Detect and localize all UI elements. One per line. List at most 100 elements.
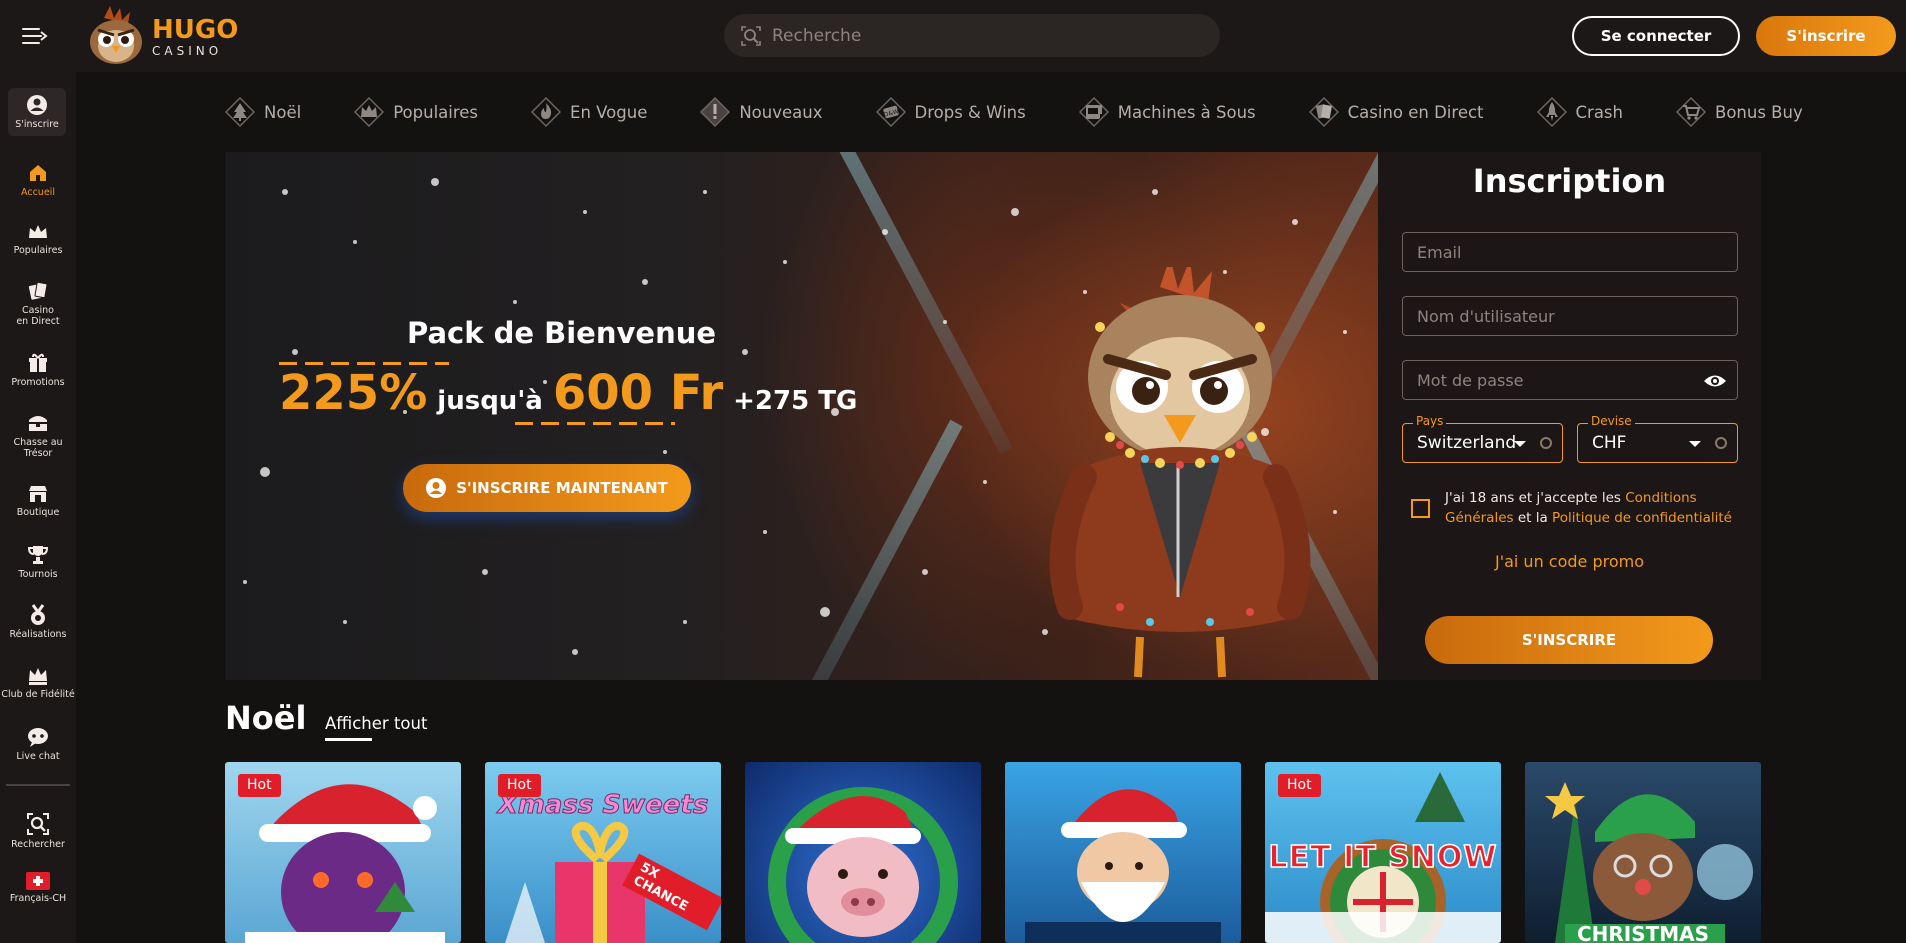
register-submit-button[interactable]: S'INSCRIRE xyxy=(1425,616,1713,664)
category-label: Bonus Buy xyxy=(1715,102,1803,122)
hero-signup-button[interactable]: S'INSCRIRE MAINTENANT xyxy=(403,464,691,512)
sidebar-item-promotions[interactable]: Promotions xyxy=(0,352,76,388)
sidebar-item-achievements[interactable]: Réalisations xyxy=(0,604,76,640)
sidebar-item-home[interactable]: Accueil xyxy=(0,162,76,198)
search-placeholder: Recherche xyxy=(772,25,862,46)
sidebar-item-label: Promotions xyxy=(11,377,65,388)
terms-checkbox[interactable] xyxy=(1411,499,1430,518)
sidebar-item-popular[interactable]: Populaires xyxy=(0,222,76,256)
sidebar-item-loyalty-club[interactable]: Club de Fidélité xyxy=(0,666,76,700)
category-popular[interactable]: Populaires xyxy=(353,96,478,128)
category-label: Drops & Wins xyxy=(914,102,1026,122)
hero-offer: 225% jusqu'à 600 Fr +275 TG xyxy=(279,365,857,421)
category-bonus-buy[interactable]: Bonus Buy xyxy=(1675,96,1803,128)
category-new[interactable]: Nouveaux xyxy=(699,96,823,128)
game-thumbnail xyxy=(768,787,958,943)
hero-extra: +275 TG xyxy=(733,386,858,416)
game-card[interactable] xyxy=(745,762,981,943)
sidebar-item-shop[interactable]: Boutique xyxy=(0,484,76,518)
signup-button[interactable]: S'inscrire xyxy=(1756,16,1896,56)
flame-icon xyxy=(530,96,562,128)
eye-icon[interactable] xyxy=(1703,372,1727,390)
hero-amount: 600 Fr xyxy=(552,365,724,421)
game-card[interactable]: Hot xyxy=(225,762,461,943)
cards-icon xyxy=(1308,96,1339,128)
password-field[interactable]: Mot de passe xyxy=(1402,360,1738,400)
sidebar-item-signup[interactable]: S'inscrire xyxy=(8,88,66,136)
sidebar-item-live-chat[interactable]: Live chat xyxy=(0,726,76,762)
hero-decor-dash xyxy=(515,422,675,425)
category-label: En Vogue xyxy=(570,102,648,122)
login-button[interactable]: Se connecter xyxy=(1572,16,1740,56)
sidebar-item-tournaments[interactable]: Tournois xyxy=(0,544,76,580)
category-label: Casino en Direct xyxy=(1347,102,1484,122)
view-all-link[interactable]: Afficher tout xyxy=(325,714,427,733)
game-title: CHRISTMAS xyxy=(1576,922,1710,943)
shop-icon xyxy=(29,486,47,502)
currency-select[interactable]: Devise CHF xyxy=(1577,414,1738,463)
username-placeholder: Nom d'utilisateur xyxy=(1417,306,1555,326)
sidebar-item-label: Boutique xyxy=(16,507,60,518)
cards-icon xyxy=(28,281,48,300)
hot-badge: Hot xyxy=(238,774,281,797)
sidebar-item-language[interactable]: Français-CH xyxy=(0,872,76,904)
top-bar: HUGO CASINO Recherche Se connecter S'ins… xyxy=(0,0,1906,72)
category-live-casino[interactable]: Casino en Direct xyxy=(1308,96,1484,128)
rocket-icon xyxy=(1536,96,1567,128)
promo-code-link[interactable]: J'ai un code promo xyxy=(1378,552,1761,571)
welcome-banner[interactable]: Pack de Bienvenue 225% jusqu'à 600 Fr +2… xyxy=(225,152,1378,680)
sidebar-item-live-casino[interactable]: Casino en Direct xyxy=(0,280,76,327)
hero-title: Pack de Bienvenue xyxy=(407,316,717,350)
sidebar-item-search[interactable]: Rechercher xyxy=(0,812,76,850)
logo-title: HUGO xyxy=(152,15,239,45)
hugo-casino-logo[interactable]: HUGO CASINO xyxy=(84,6,238,68)
game-card[interactable]: CHRISTMAS xyxy=(1525,762,1761,943)
cart-icon xyxy=(1675,96,1707,128)
category-label: Noël xyxy=(264,102,302,122)
category-drops-wins[interactable]: D&W Drops & Wins xyxy=(875,96,1026,128)
search-bar[interactable]: Recherche xyxy=(724,14,1220,57)
game-card[interactable]: Xmass Sweets 5X CHANCE Hot xyxy=(485,762,721,943)
user-icon xyxy=(426,478,447,498)
category-christmas[interactable]: Noël xyxy=(224,96,301,128)
currency-value: CHF xyxy=(1592,433,1627,453)
category-trending[interactable]: En Vogue xyxy=(530,96,647,128)
treasure-icon xyxy=(29,416,47,431)
crown-icon xyxy=(354,96,385,128)
sidebar-item-label: Réalisations xyxy=(9,629,67,640)
logo-subtitle: CASINO xyxy=(152,44,223,58)
slot-icon xyxy=(1078,96,1109,128)
sidebar-item-label: Tournois xyxy=(18,569,58,580)
hero-upto: jusqu'à xyxy=(437,386,543,416)
game-card[interactable]: LET IT SNOW Hot xyxy=(1265,762,1501,943)
email-placeholder: Email xyxy=(1417,242,1462,262)
exclamation-icon xyxy=(700,96,731,128)
country-select[interactable]: Pays Switzerland xyxy=(1402,414,1563,463)
hero-percent: 225% xyxy=(279,365,428,421)
hot-badge: Hot xyxy=(1278,774,1321,797)
info-dot-icon xyxy=(1715,437,1727,449)
email-field[interactable]: Email xyxy=(1402,232,1738,272)
game-thumbnail xyxy=(1025,789,1221,943)
sidebar-item-label: Rechercher xyxy=(11,839,65,850)
sidebar-divider xyxy=(6,784,70,786)
category-slots[interactable]: Machines à Sous xyxy=(1078,96,1256,128)
username-field[interactable]: Nom d'utilisateur xyxy=(1402,296,1738,336)
search-icon xyxy=(741,25,761,46)
privacy-policy-link[interactable]: Politique de confidentialité xyxy=(1552,510,1732,526)
menu-toggle-icon[interactable] xyxy=(22,26,48,46)
category-nav: Noël Populaires En Vogue Nouveaux D&W Dr… xyxy=(224,90,1803,134)
sidebar-item-treasure-hunt[interactable]: Chasse au Trésor xyxy=(0,412,76,459)
hero-cta-label: S'INSCRIRE MAINTENANT xyxy=(456,479,668,497)
category-label: Crash xyxy=(1575,102,1623,122)
sidebar-item-label: Français-CH xyxy=(9,893,67,904)
chat-icon xyxy=(28,728,48,747)
chevron-down-icon xyxy=(1514,441,1526,447)
terms-prefix: J'ai 18 ans et j'accepte les xyxy=(1445,490,1626,506)
category-label: Machines à Sous xyxy=(1117,102,1256,122)
currency-label: Devise xyxy=(1588,414,1635,428)
category-crash[interactable]: Crash xyxy=(1536,96,1623,128)
game-card[interactable] xyxy=(1005,762,1241,943)
drops-icon: D&W xyxy=(875,96,906,128)
terms-text: J'ai 18 ans et j'accepte les Conditions … xyxy=(1445,488,1745,528)
